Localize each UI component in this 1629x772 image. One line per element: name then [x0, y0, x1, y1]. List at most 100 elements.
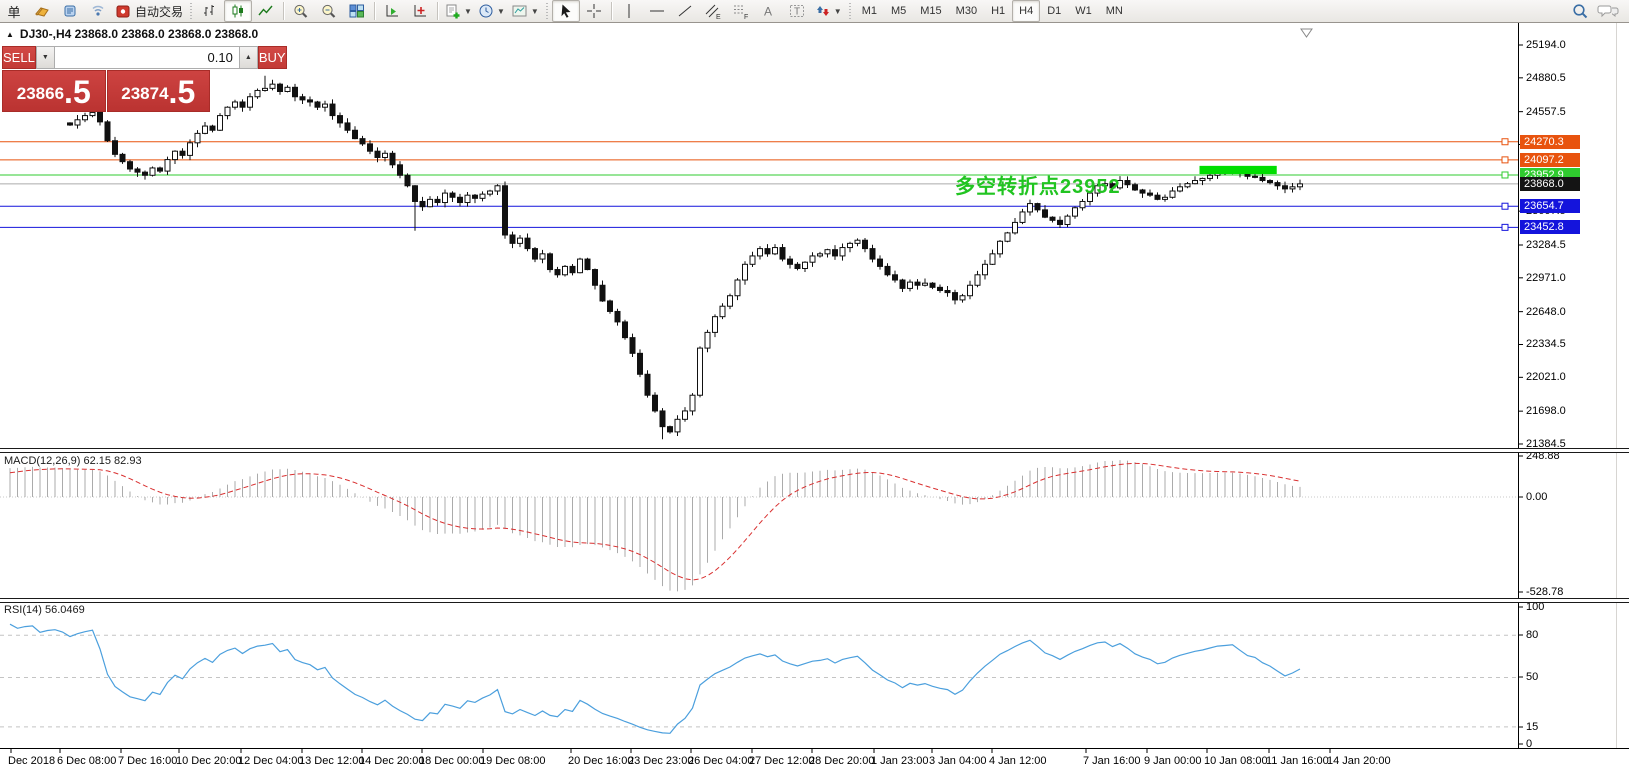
zoom-in-icon — [292, 3, 310, 20]
volume-input[interactable] — [55, 47, 239, 68]
macd-panel-divider[interactable] — [0, 448, 1629, 453]
order-book-button[interactable] — [28, 0, 56, 22]
crosshair-button[interactable] — [580, 0, 608, 22]
timeframe-button-M15[interactable]: M15 — [913, 0, 948, 22]
macd-label: MACD(12,26,9) 62.15 82.93 — [4, 455, 142, 467]
time-tick-label: 14 Dec 20:00 — [359, 755, 424, 767]
timeframe-button-H4[interactable]: H4 — [1012, 0, 1040, 22]
timeframe-button-W1[interactable]: W1 — [1068, 0, 1099, 22]
zoom-in-button[interactable] — [287, 0, 315, 22]
fibonacci-button[interactable]: F — [727, 0, 755, 22]
toolbar-grip[interactable] — [847, 3, 853, 19]
one-click-trading-panel: SELL ▼ ▲ BUY 23866 .5 23874 .5 — [2, 46, 210, 112]
toolbar-grip[interactable] — [188, 3, 194, 19]
time-tick-label: 19 Dec 08:00 — [480, 755, 545, 767]
svg-text:E: E — [716, 14, 721, 20]
tile-windows-button[interactable] — [343, 0, 371, 22]
window-right-edge — [1616, 23, 1617, 748]
time-tick-label: 6 Dec 08:00 — [57, 755, 116, 767]
price-tick-label: 22648.0 — [1526, 306, 1566, 318]
hline-price-label: 24270.3 — [1520, 135, 1580, 149]
indicator-data-button[interactable] — [406, 0, 434, 22]
chart-template-icon — [511, 3, 529, 19]
indicator-data-icon — [411, 3, 429, 19]
arrow-objects-button[interactable]: ▼ — [811, 0, 845, 22]
line-chart-button[interactable] — [252, 0, 280, 22]
arrow-objects-icon — [814, 3, 832, 19]
price-axis-border — [1518, 23, 1519, 748]
chat-icon[interactable] — [1597, 3, 1619, 19]
new-order-button[interactable]: 单 — [0, 0, 28, 22]
equidistant-channel-button[interactable]: E — [699, 0, 727, 22]
vertical-line-button[interactable] — [615, 0, 643, 22]
horizontal-line-button[interactable] — [643, 0, 671, 22]
cursor-icon — [558, 3, 574, 19]
periodicity-button[interactable]: ▼ — [475, 0, 508, 22]
candlestick-chart-button[interactable] — [224, 0, 252, 22]
current-price-label: 23868.0 — [1520, 177, 1580, 191]
time-tick-label: 28 Dec 20:00 — [809, 755, 874, 767]
buy-price-frac: .5 — [169, 75, 196, 109]
template-button[interactable]: ▼ — [508, 0, 542, 22]
toolbar-grip[interactable] — [544, 3, 550, 19]
hline-price-label: 24097.2 — [1520, 153, 1580, 167]
chart-canvas[interactable] — [0, 0, 1629, 772]
sell-price[interactable]: 23866 .5 — [2, 70, 106, 112]
dropdown-caret: ▼ — [464, 7, 472, 16]
time-tick-label: 26 Dec 04:00 — [688, 755, 753, 767]
indicator-show-icon — [383, 3, 401, 19]
signal-button[interactable] — [84, 0, 112, 22]
cursor-button[interactable] — [552, 0, 580, 22]
timeframe-button-M30[interactable]: M30 — [949, 0, 984, 22]
trendline-button[interactable] — [671, 0, 699, 22]
buy-price-main: 23874 — [121, 79, 168, 109]
timeframe-button-M1[interactable]: M1 — [855, 0, 884, 22]
svg-text:T: T — [794, 7, 800, 18]
signal-icon — [89, 3, 107, 19]
zoom-out-button[interactable] — [315, 0, 343, 22]
time-tick-label: 27 Dec 12:00 — [749, 755, 814, 767]
volume-decrease-button[interactable]: ▼ — [36, 47, 55, 68]
timeframe-button-H1[interactable]: H1 — [984, 0, 1012, 22]
price-tick-label: 23284.5 — [1526, 239, 1566, 251]
timeframe-button-M5[interactable]: M5 — [884, 0, 913, 22]
autotrading-label: 自动交易 — [135, 3, 183, 20]
clock-icon — [478, 3, 495, 19]
indicator-show-button[interactable] — [378, 0, 406, 22]
history-center-button[interactable] — [56, 0, 84, 22]
dropdown-caret: ▼ — [531, 7, 539, 16]
text-label-button[interactable]: T — [783, 0, 811, 22]
rsi-tick-label: 80 — [1526, 629, 1538, 641]
rsi-label: RSI(14) 56.0469 — [4, 604, 85, 616]
order-book-icon — [33, 3, 51, 19]
timeframe-button-MN[interactable]: MN — [1099, 0, 1130, 22]
tile-windows-icon — [348, 3, 366, 19]
collapse-arrow-icon[interactable]: ▲ — [6, 30, 14, 39]
search-icon[interactable] — [1572, 3, 1589, 20]
text-button[interactable]: A — [755, 0, 783, 22]
rsi-panel-divider[interactable] — [0, 598, 1629, 603]
trendline-icon — [677, 3, 693, 19]
time-tick-label: 10 Dec 20:00 — [176, 755, 241, 767]
sell-button[interactable]: SELL — [2, 46, 36, 69]
bar-chart-button[interactable] — [196, 0, 224, 22]
sell-price-frac: .5 — [64, 75, 91, 109]
autotrading-button[interactable]: 自动交易 — [112, 0, 186, 22]
sell-price-main: 23866 — [17, 79, 64, 109]
horizontal-line-icon — [648, 3, 666, 19]
equidistant-channel-icon: E — [704, 3, 722, 20]
time-tick-label: 10 Jan 08:00 — [1204, 755, 1268, 767]
timeframe-button-D1[interactable]: D1 — [1040, 0, 1068, 22]
bar-chart-icon — [201, 3, 219, 19]
line-chart-icon — [257, 3, 275, 19]
buy-price[interactable]: 23874 .5 — [107, 70, 211, 112]
add-indicator-button[interactable]: ▼ — [441, 0, 475, 22]
price-tick-label: 24557.5 — [1526, 106, 1566, 118]
text-label-icon: T — [788, 3, 806, 19]
history-icon — [61, 3, 79, 19]
svg-text:A: A — [764, 5, 772, 19]
vertical-line-icon — [622, 3, 636, 19]
volume-increase-button[interactable]: ▲ — [239, 47, 258, 68]
buy-button[interactable]: BUY — [258, 46, 287, 69]
time-tick-label: 7 Jan 16:00 — [1083, 755, 1141, 767]
